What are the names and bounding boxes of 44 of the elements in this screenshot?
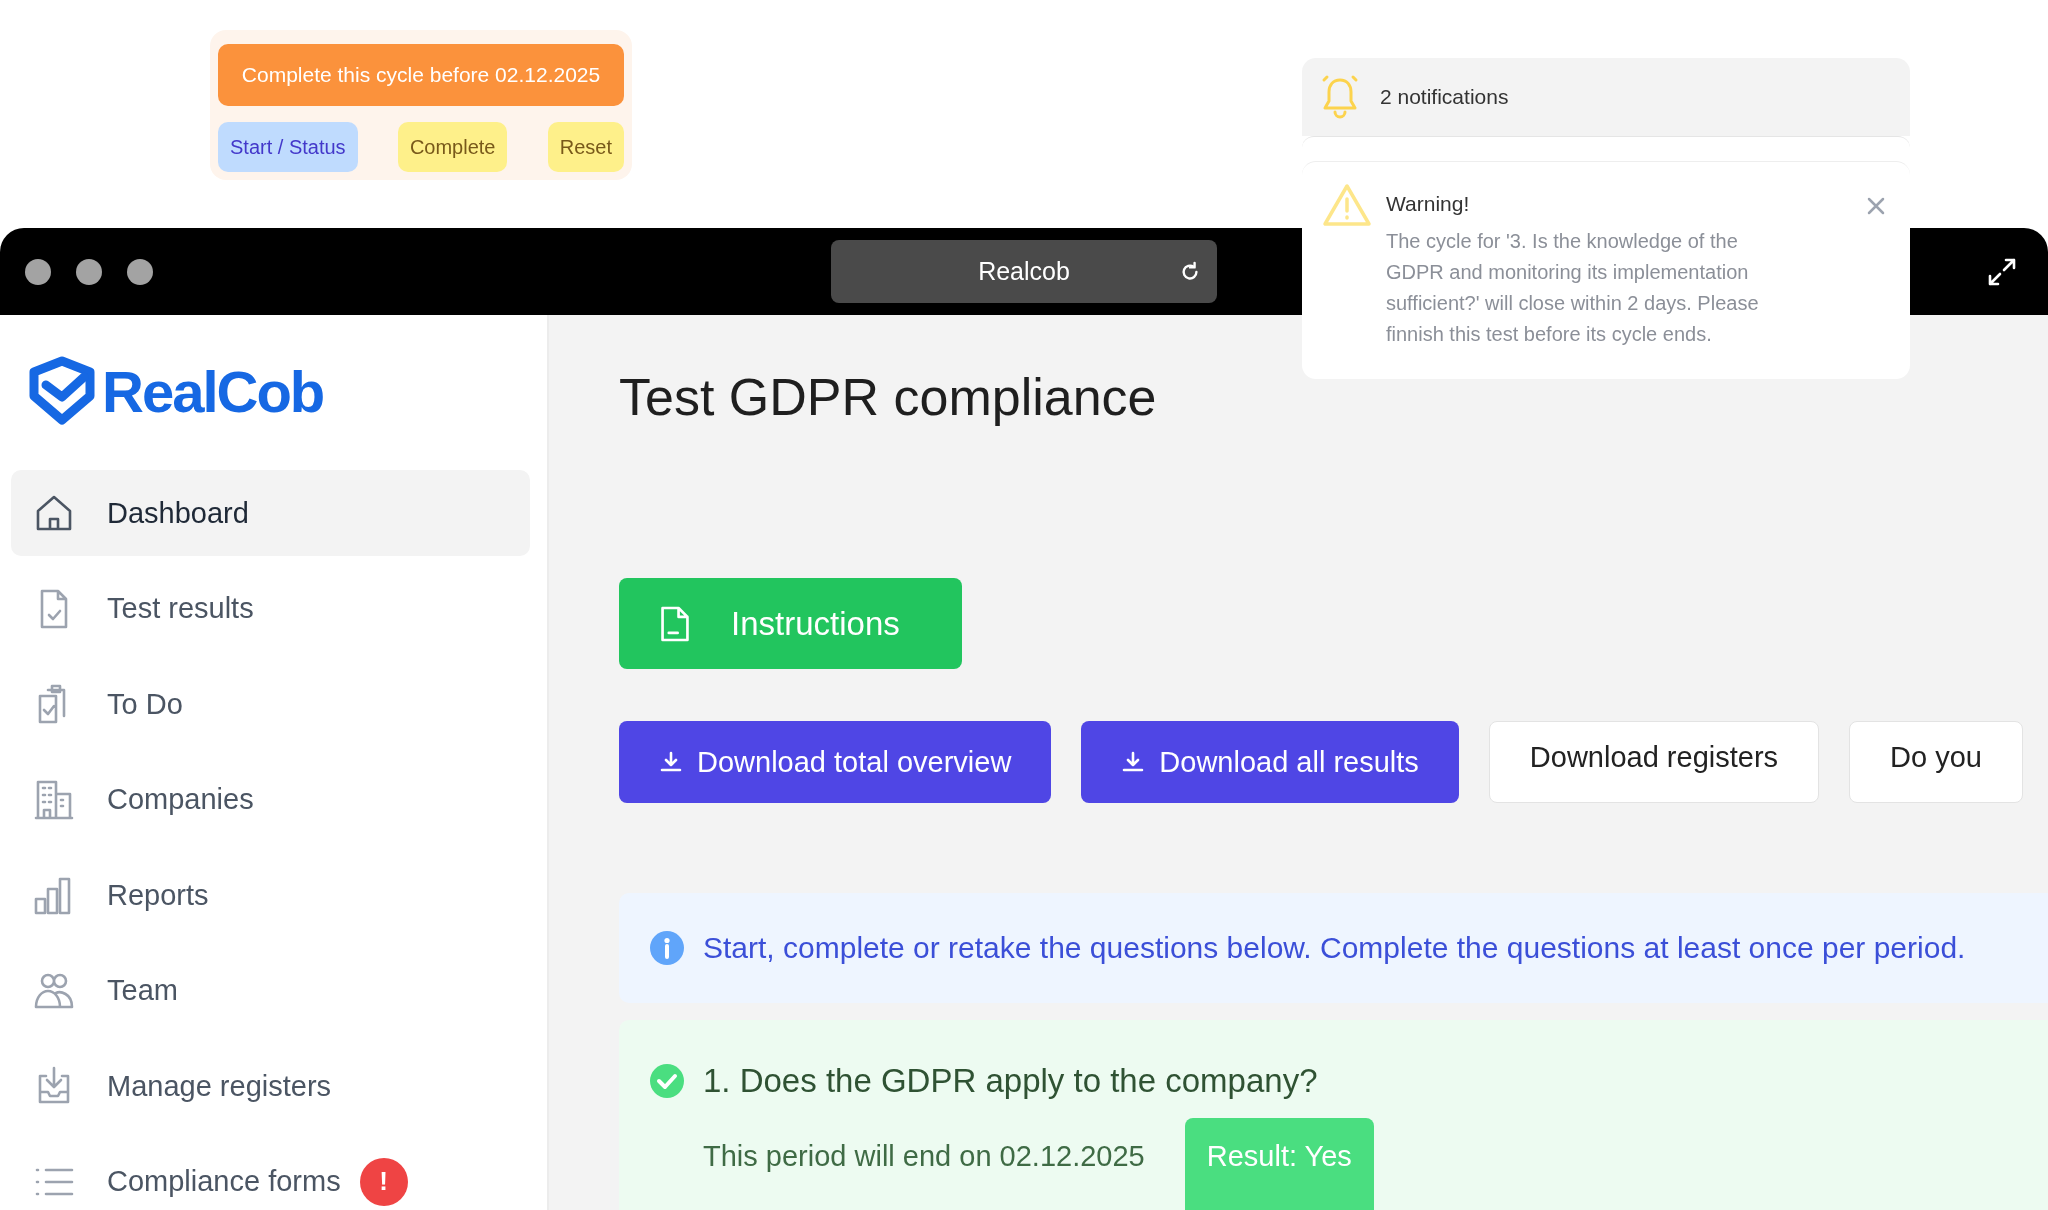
download-button[interactable]: Download total overview — [619, 721, 1052, 803]
warning-message: The cycle for '3. Is the knowledge of the GDPR and monitoring its implementation sufficient?' will close within 2 days. Please finnish this test before its cycle ends. — [1386, 229, 1760, 347]
sidebar-item-label: Reports — [107, 878, 209, 912]
sidebar-item-label: Companies — [107, 783, 254, 816]
sidebar-item-label: Manage registers — [107, 1069, 332, 1103]
sidebar-item[interactable]: Team — [11, 947, 530, 1034]
question-title: 1. Does the GDPR apply to the company? — [703, 1062, 1318, 1100]
cycle-action-button[interactable]: Start / Status — [218, 122, 358, 172]
sidebar-item-label: Test results — [107, 592, 254, 625]
page-title: Test GDPR compliance — [619, 367, 1158, 428]
cycle-deadline-banner: Complete this cycle before 02.12.2025 — [218, 44, 624, 106]
window-control-dot[interactable] — [25, 258, 51, 285]
sidebar-item-label: Dashboard — [107, 496, 249, 530]
warning-icon — [1322, 182, 1372, 228]
logo-text: RealCob — [102, 357, 324, 425]
sidebar-item[interactable]: Compliance forms ! — [11, 1138, 530, 1210]
expand-icon[interactable] — [1988, 257, 2016, 286]
alert-badge: ! — [359, 1157, 408, 1206]
bell-icon — [1320, 74, 1360, 120]
sidebar-item[interactable]: Reports — [11, 852, 530, 938]
download-button[interactable]: Download all results — [1081, 721, 1459, 803]
sidebar-item[interactable]: Companies — [11, 756, 530, 843]
info-icon — [649, 930, 685, 966]
info-text: Start, complete or retake the questions below. Complete the questions at least once per period. — [703, 931, 1966, 965]
sidebar-item[interactable]: Manage registers — [11, 1043, 530, 1129]
sidebar-item-label: To Do — [107, 687, 183, 721]
sidebar-item-label: Team — [107, 974, 178, 1007]
action-button[interactable]: Download registers — [1488, 721, 1820, 803]
warning-title: Warning! — [1386, 192, 1471, 216]
download-icon — [1121, 750, 1146, 774]
sidebar-item[interactable]: To Do — [11, 661, 530, 747]
sidebar-item[interactable]: Dashboard — [11, 470, 530, 556]
window-control-dot[interactable] — [127, 258, 153, 285]
address-text: Realcob — [978, 257, 1070, 286]
sidebar-item-label: Compliance forms — [107, 1165, 341, 1198]
action-button[interactable]: Do you — [1849, 721, 2023, 803]
cycle-action-button[interactable]: Reset — [547, 122, 624, 172]
window-control-dot[interactable] — [76, 258, 102, 285]
address-bar[interactable]: Realcob — [831, 240, 1217, 303]
notification-count: 2 notifications — [1380, 85, 1509, 109]
download-icon — [659, 750, 683, 774]
cycle-action-button[interactable]: Complete — [397, 122, 508, 172]
period-end-text: This period will end on 02.12.2025 — [703, 1140, 1145, 1173]
sidebar-item[interactable]: Test results — [11, 565, 530, 652]
